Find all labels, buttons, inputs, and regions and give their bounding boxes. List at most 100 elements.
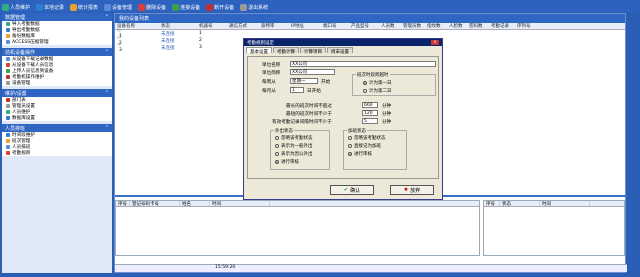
toolbar-button-1[interactable]: 本地记录	[36, 2, 64, 12]
toolbar-label: 人员维护	[10, 4, 31, 11]
column-header[interactable]: 状态	[159, 23, 197, 29]
cancel-button[interactable]: ✖ 放弃	[390, 185, 434, 195]
device-number: 2	[199, 38, 202, 43]
column-header[interactable]: 序列号	[515, 23, 537, 29]
toolbar-button-0[interactable]: 人员维护	[2, 2, 30, 12]
column-header[interactable]: 考勤记录	[489, 23, 515, 29]
record-panels: 序号 登记号码卡号 姓名 时间 序号 状态 时间	[115, 195, 627, 257]
item-icon	[6, 145, 10, 149]
close-icon[interactable]: ×	[431, 40, 439, 45]
toolbar-button-6[interactable]: 断开设备	[206, 2, 234, 12]
cross-day-group: 班次时段跨越时 计为第一日 计为第二日	[352, 72, 436, 96]
toolbar-icon	[240, 3, 248, 11]
attendance-rule-dialog: 考勤规则设定 × 基本设置 考勤计算 计算项目 周末设置 单位名称 XX公司 单位简称 …	[243, 38, 443, 200]
device-name-text: 3	[119, 47, 122, 53]
month-start-input[interactable]: 1	[290, 87, 304, 93]
sidebar-item-label: 数据库设置	[12, 116, 35, 121]
record-column-header[interactable]: 时间	[540, 201, 590, 207]
unit-short-label: 单位简称	[262, 71, 281, 76]
item-icon	[6, 57, 10, 61]
record-column-header[interactable]: 序号	[484, 201, 500, 207]
min-shift-label: 最短的班次时间不少于	[286, 112, 332, 117]
confirm-button[interactable]: ✔ 确认	[330, 185, 374, 195]
toolbar-button-7[interactable]: 退出系统	[240, 2, 268, 12]
interval-label: 有效考勤记录间隔时间不少于	[272, 120, 332, 125]
item-icon	[6, 133, 10, 137]
min-shift-input[interactable]: 120	[362, 110, 378, 116]
status-radio[interactable]: 进行审核	[348, 151, 372, 157]
interval-input[interactable]: 5	[362, 118, 378, 124]
radio-label: 忽略该考勤状态	[354, 136, 386, 141]
device-name: ⚇ 3	[115, 43, 159, 53]
week-start-select[interactable]: 星期一	[290, 78, 318, 84]
item-icon	[6, 34, 10, 38]
cross-day-first-radio[interactable]: 计为第一日	[363, 80, 392, 86]
sidebar-item[interactable]: 数据库设置	[2, 115, 112, 121]
column-header[interactable]: 通信方式	[227, 23, 259, 29]
sidebar-group-1: 前机设备操作 ⌃ 从设备下载记录数据 从设备下载人员信息 上传人员信息到设备 考勤机操作维…	[2, 48, 112, 86]
sidebar-item[interactable]: ACCESS压缩管理	[2, 39, 112, 45]
dialog-tab[interactable]: 周末设置	[327, 47, 353, 55]
column-header[interactable]: 密码数	[467, 23, 489, 29]
column-header[interactable]: 波特率	[259, 23, 289, 29]
sidebar-item[interactable]: 考勤规则	[2, 150, 112, 156]
dialog-tab[interactable]: 基本设置	[246, 47, 272, 55]
toolbar-icon	[206, 3, 214, 11]
sidebar-group-header[interactable]: 人员排班 ⌃	[2, 124, 112, 132]
sidebar: 数据管理 ⌃ 导入考勤数据 导出考勤数据 备份数据库 ACCESS压缩管理 前机设备操作 ⌃ 从…	[2, 13, 112, 273]
column-header[interactable]: 人脸数	[447, 23, 467, 29]
column-header[interactable]: IP地址	[289, 23, 321, 29]
toolbar-icon	[138, 3, 146, 11]
sidebar-group-header[interactable]: 前机设备操作 ⌃	[2, 48, 112, 56]
toolbar-label: 统计报表	[78, 4, 99, 11]
column-header[interactable]: 端口号	[321, 23, 349, 29]
item-icon	[6, 75, 10, 79]
unit-name-input[interactable]: XX公司	[290, 61, 436, 67]
toolbar-label: 设备管理	[112, 4, 133, 11]
item-icon	[6, 22, 10, 26]
sidebar-group-header[interactable]: 数据管理 ⌃	[2, 13, 112, 21]
table-row[interactable]: ⚇ 1 未连接 1	[115, 29, 625, 39]
item-icon	[6, 40, 10, 44]
toolbar: 人员维护 本地记录 统计报表 设备管理 删除设备 连接设备 断开设备 退出系统	[0, 0, 640, 12]
sidebar-item[interactable]: 设备管理	[2, 80, 112, 86]
max-shift-unit: 分钟	[382, 104, 392, 109]
record-column-header[interactable]: 姓名	[180, 201, 210, 207]
unit-short-input[interactable]: XX公司	[290, 69, 335, 75]
column-header[interactable]: 人员数	[379, 23, 401, 29]
status-radio[interactable]: 直接记为加班	[348, 143, 381, 149]
max-shift-label: 最长的班次时间不超过	[286, 104, 332, 109]
record-column-header[interactable]: 序号	[116, 201, 130, 207]
toolbar-button-5[interactable]: 连接设备	[172, 2, 200, 12]
toolbar-button-2[interactable]: 统计报表	[70, 2, 98, 12]
status-radio[interactable]: 忽略该考勤状态	[348, 135, 386, 141]
status-radio[interactable]: 忽略该考勤状态	[275, 135, 313, 141]
status-bar: 15:59:20	[115, 264, 627, 272]
record-column-header[interactable]: 时间	[210, 201, 270, 207]
week-start-suffix: 开始	[321, 80, 331, 85]
cross-day-second-radio[interactable]: 计为第二日	[363, 88, 392, 94]
device-list-title: 我的设备列表	[115, 14, 625, 23]
max-shift-input[interactable]: 660	[362, 102, 378, 108]
item-icon	[6, 116, 10, 120]
column-header[interactable]: 机器号	[197, 23, 227, 29]
column-header[interactable]: 管理员数	[401, 23, 425, 29]
record-list-left[interactable]: 序号 登记号码卡号 姓名 时间	[115, 200, 480, 256]
toolbar-button-4[interactable]: 删除设备	[138, 2, 166, 12]
cross-opt1-label: 计为第一日	[369, 81, 392, 86]
toolbar-label: 本地记录	[44, 4, 65, 11]
column-header[interactable]: 指纹数	[425, 23, 447, 29]
dialog-tab[interactable]: 计算项目	[300, 47, 326, 55]
sidebar-group-header[interactable]: 维护/设置 ⌃	[2, 89, 112, 97]
record-column-header[interactable]: 状态	[500, 201, 540, 207]
status-radio[interactable]: 进行审核	[275, 159, 299, 165]
status-radio[interactable]: 表示为因公外出	[275, 151, 313, 157]
record-list-right[interactable]: 序号 状态 时间	[483, 200, 625, 256]
column-header[interactable]: 产品型号	[349, 23, 379, 29]
dialog-tab[interactable]: 考勤计算	[273, 47, 299, 55]
status-radio[interactable]: 表示为一般外出	[275, 143, 313, 149]
record-column-header[interactable]: 登记号码卡号	[130, 201, 180, 207]
device-icon: ⚇	[117, 35, 122, 41]
toolbar-icon	[70, 3, 78, 11]
toolbar-button-3[interactable]: 设备管理	[104, 2, 132, 12]
